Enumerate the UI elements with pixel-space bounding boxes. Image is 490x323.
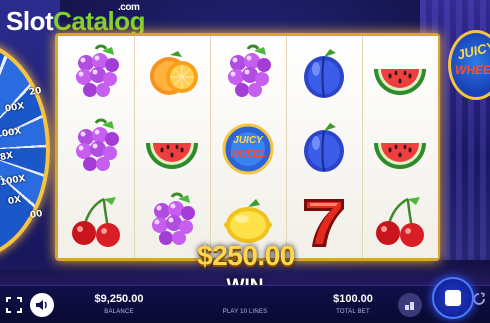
plum-symbol <box>286 36 362 110</box>
watermelon-symbol <box>362 110 438 184</box>
game-scene: 20 00X 00X 8X 100X 0X 00 JUICY WHEEL Slo… <box>0 0 490 323</box>
wheel-label: 00 <box>29 208 44 222</box>
logo-line2: WHEEL <box>455 63 490 77</box>
reel-3: JUICY WHEEL <box>210 36 286 258</box>
coins-icon[interactable] <box>398 293 422 317</box>
juicy-wheel-symbol: JUICY WHEEL <box>210 110 286 184</box>
wheel-label: 20 <box>28 85 43 99</box>
cherries-symbol <box>362 184 438 258</box>
svg-text:WHEEL: WHEEL <box>230 149 266 160</box>
plum-symbol <box>286 110 362 184</box>
reel-2 <box>134 36 210 258</box>
balance-label: BALANCE <box>104 309 134 315</box>
watermark-slot: Slot <box>6 6 54 36</box>
grapes-symbol <box>58 36 134 110</box>
reel-divider <box>286 36 287 258</box>
sound-icon[interactable] <box>30 293 54 317</box>
grapes-symbol <box>58 110 134 184</box>
watermark-com: .com <box>118 2 140 13</box>
reel-divider <box>210 36 211 258</box>
reel-divider <box>134 36 135 258</box>
balance-value: $9,250.00 <box>94 293 144 305</box>
bet-label: TOTAL BET <box>336 309 370 315</box>
cherries-symbol <box>58 184 134 258</box>
grapes-symbol <box>210 36 286 110</box>
reel-grid: JUICY WHEEL <box>55 33 440 261</box>
win-amount: $250.00 <box>197 240 295 271</box>
bottom-bar: $9,250.00 BALANCE PLAY 10 LINES $100.00 … <box>0 285 490 323</box>
bet-value: $100.00 <box>333 293 373 305</box>
reel-5 <box>362 36 438 258</box>
orange-symbol <box>134 36 210 110</box>
lines-label: PLAY 10 LINES <box>222 309 268 315</box>
reel-4 <box>286 36 362 258</box>
logo-line1: JUICY <box>455 38 490 63</box>
watermelon-symbol <box>362 36 438 110</box>
fullscreen-icon[interactable] <box>2 293 26 317</box>
reel-divider <box>362 36 363 258</box>
svg-text:JUICY: JUICY <box>233 135 264 146</box>
reel-1 <box>58 36 134 258</box>
watermelon-symbol <box>134 110 210 184</box>
spin-stop-icon[interactable] <box>432 277 474 319</box>
